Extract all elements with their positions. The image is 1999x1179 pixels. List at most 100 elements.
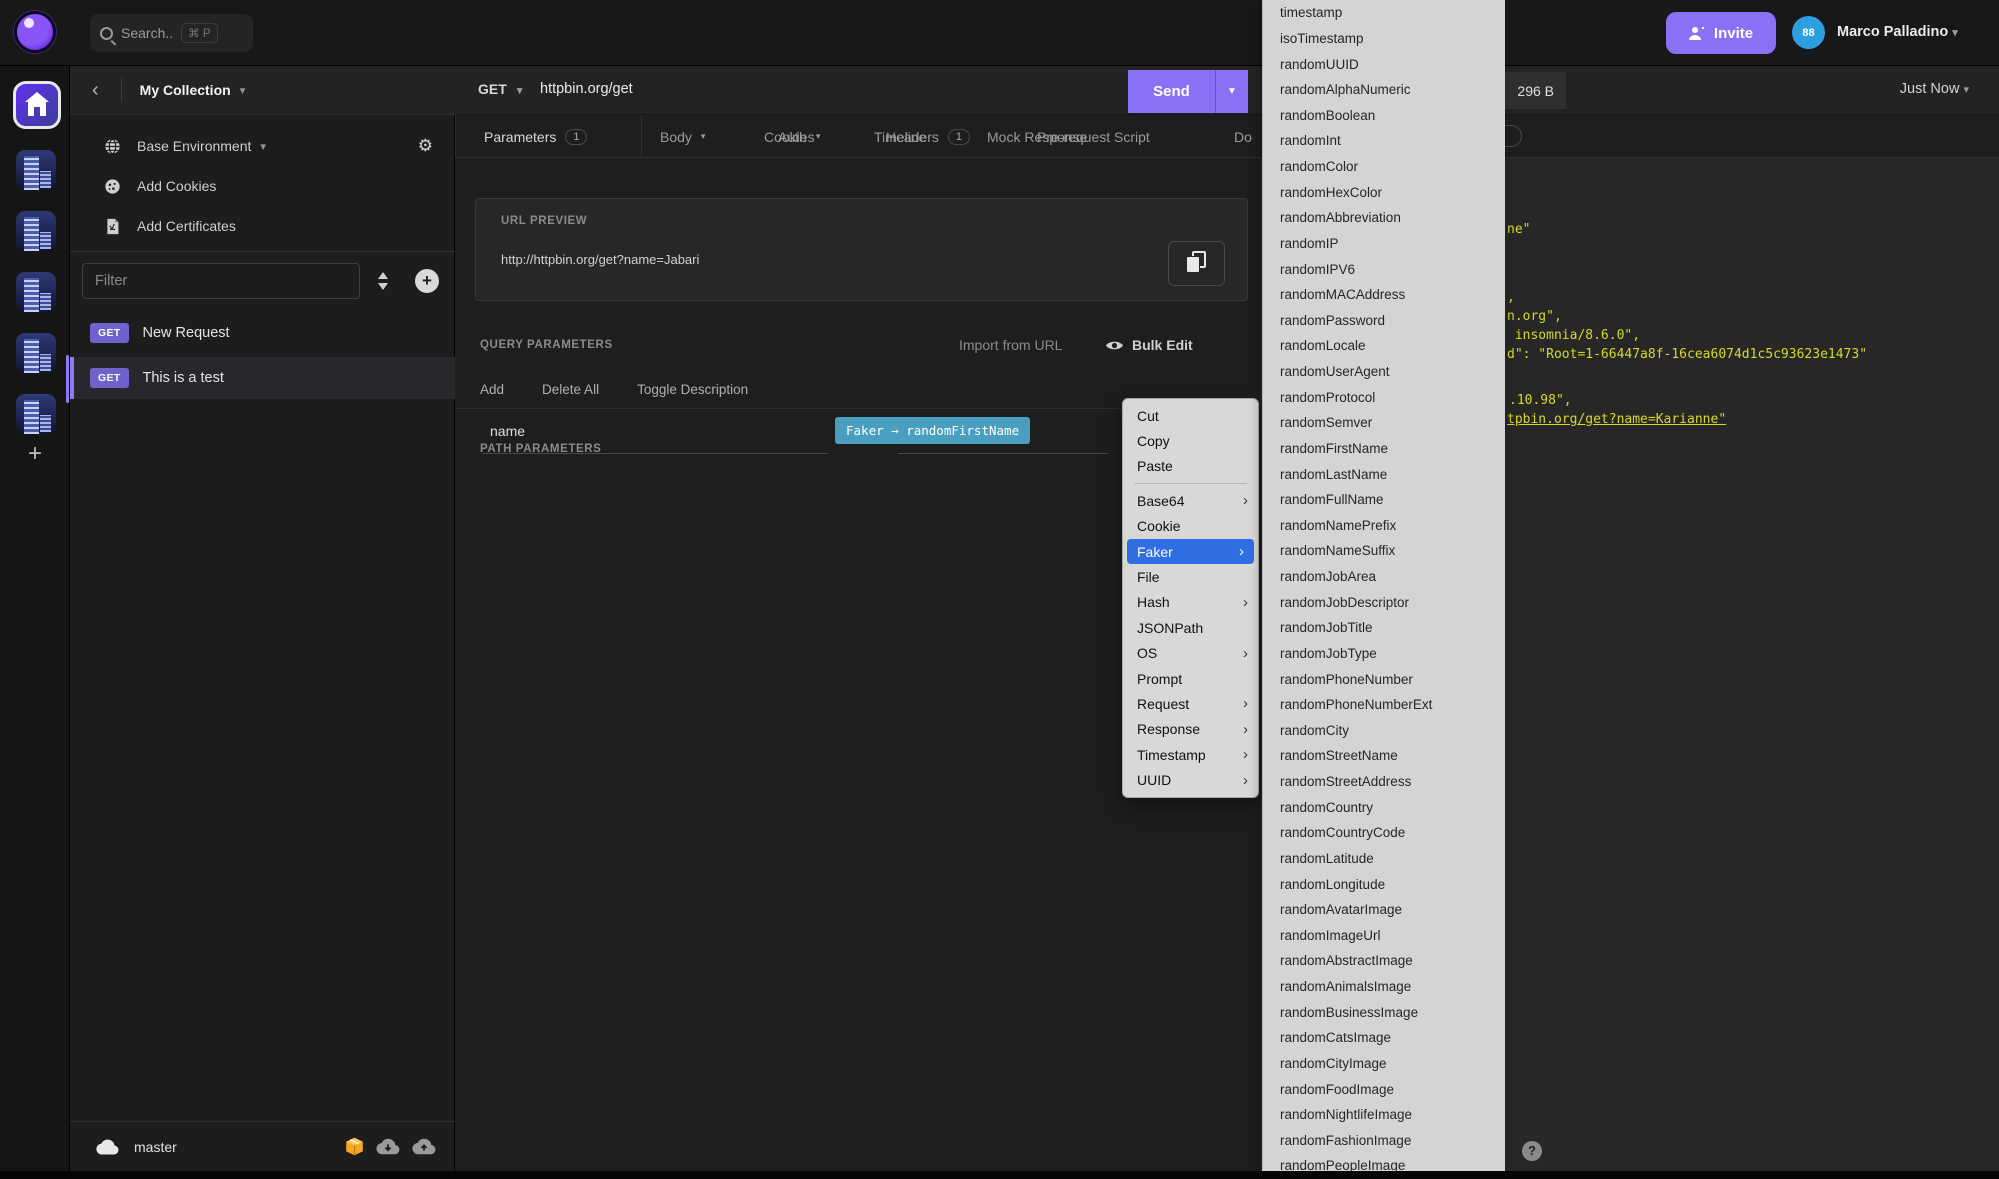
response-url-link[interactable]: tpbin.org/get?name=Karianne" — [1507, 412, 1726, 427]
home-button[interactable] — [13, 81, 61, 129]
toolbar-add-button[interactable]: Add — [480, 382, 504, 397]
faker-item-randomfirstname[interactable]: randomFirstName — [1263, 436, 1505, 462]
faker-item-randomlastname[interactable]: randomLastName — [1263, 461, 1505, 487]
menu-item-hash[interactable]: Hash› — [1123, 590, 1258, 615]
faker-item-randomint[interactable]: randomInt — [1263, 128, 1505, 154]
project-icon[interactable] — [16, 150, 56, 190]
faker-item-randomstreetaddress[interactable]: randomStreetAddress — [1263, 769, 1505, 795]
request-row[interactable]: GETNew Request — [70, 312, 455, 354]
faker-item-randomlatitude[interactable]: randomLatitude — [1263, 846, 1505, 872]
send-options-caret[interactable]: ▼ — [1215, 70, 1248, 113]
tab-body[interactable]: Body▾ — [656, 115, 709, 158]
import-from-url-button[interactable]: Import from URL — [959, 337, 1062, 353]
faker-item-randomnamesuffix[interactable]: randomNameSuffix — [1263, 538, 1505, 564]
faker-item-isotimestamp[interactable]: isoTimestamp — [1263, 26, 1505, 52]
menu-item-response[interactable]: Response› — [1123, 717, 1258, 742]
faker-item-randomcity[interactable]: randomCity — [1263, 718, 1505, 744]
tab-do[interactable]: Do — [1230, 115, 1256, 158]
user-menu[interactable]: Marco Palladino ▾ — [1837, 24, 1958, 40]
faker-item-randomabbreviation[interactable]: randomAbbreviation — [1263, 205, 1505, 231]
global-search-input[interactable]: Search.. ⌘ P — [90, 14, 253, 52]
project-icon[interactable] — [16, 333, 56, 373]
faker-item-randomanimalsimage[interactable]: randomAnimalsImage — [1263, 974, 1505, 1000]
faker-item-timestamp[interactable]: timestamp — [1263, 0, 1505, 26]
menu-item-faker[interactable]: Faker› — [1127, 539, 1254, 564]
add-organization-button[interactable]: + — [0, 434, 70, 474]
menu-item-prompt[interactable]: Prompt — [1123, 666, 1258, 691]
faker-item-randomlocale[interactable]: randomLocale — [1263, 333, 1505, 359]
request-url[interactable]: httpbin.org/get — [540, 81, 633, 97]
faker-template-tag[interactable]: Faker → randomFirstName — [835, 417, 1030, 444]
insomnia-logo-icon[interactable] — [14, 11, 56, 53]
faker-item-randomphonenumber[interactable]: randomPhoneNumber — [1263, 666, 1505, 692]
method-dropdown[interactable]: GET ▾ — [478, 81, 522, 97]
toolbar-delete-all-button[interactable]: Delete All — [542, 382, 599, 397]
faker-item-randomip[interactable]: randomIP — [1263, 231, 1505, 257]
menu-item-timestamp[interactable]: Timestamp› — [1123, 742, 1258, 767]
menu-item-paste[interactable]: Paste — [1123, 454, 1258, 479]
faker-item-randomjobtitle[interactable]: randomJobTitle — [1263, 615, 1505, 641]
faker-item-randomhexcolor[interactable]: randomHexColor — [1263, 179, 1505, 205]
parameter-name-input[interactable]: name — [490, 423, 525, 439]
bulk-edit-toggle[interactable]: Bulk Edit — [1105, 337, 1193, 353]
faker-item-randomipv6[interactable]: randomIPV6 — [1263, 256, 1505, 282]
faker-item-randomnightlifeimage[interactable]: randomNightlifeImage — [1263, 1102, 1505, 1128]
send-button[interactable]: Send ▼ — [1128, 70, 1248, 113]
faker-item-randomlongitude[interactable]: randomLongitude — [1263, 871, 1505, 897]
menu-item-uuid[interactable]: UUID› — [1123, 767, 1258, 792]
faker-item-randomfullname[interactable]: randomFullName — [1263, 487, 1505, 513]
menu-item-base64[interactable]: Base64› — [1123, 488, 1258, 513]
faker-item-randomabstractimage[interactable]: randomAbstractImage — [1263, 948, 1505, 974]
project-icon[interactable] — [16, 394, 56, 434]
faker-item-randomjobdescriptor[interactable]: randomJobDescriptor — [1263, 589, 1505, 615]
branch-name[interactable]: master — [134, 1139, 177, 1155]
sort-icon[interactable] — [375, 271, 391, 291]
copy-url-button[interactable] — [1168, 241, 1225, 286]
cloud-pull-icon[interactable] — [375, 1138, 401, 1155]
package-icon[interactable] — [344, 1136, 365, 1157]
faker-item-randombusinessimage[interactable]: randomBusinessImage — [1263, 999, 1505, 1025]
project-icon[interactable] — [16, 211, 56, 251]
back-button[interactable]: ‹ — [92, 79, 99, 102]
faker-item-randompassword[interactable]: randomPassword — [1263, 308, 1505, 334]
project-icon[interactable] — [16, 272, 56, 312]
menu-item-cut[interactable]: Cut — [1123, 403, 1258, 428]
environment-settings-gear-icon[interactable]: ⚙ — [418, 136, 433, 156]
faker-item-randomstreetname[interactable]: randomStreetName — [1263, 743, 1505, 769]
faker-item-randomimageurl[interactable]: randomImageUrl — [1263, 923, 1505, 949]
faker-item-randomuseragent[interactable]: randomUserAgent — [1263, 359, 1505, 385]
response-history-dropdown[interactable]: Just Now ▾ — [1900, 81, 1969, 97]
faker-item-randomfoodimage[interactable]: randomFoodImage — [1263, 1076, 1505, 1102]
request-row[interactable]: GETThis is a test — [70, 357, 455, 399]
faker-item-randomphonenumberext[interactable]: randomPhoneNumberExt — [1263, 692, 1505, 718]
faker-item-randommacaddress[interactable]: randomMACAddress — [1263, 282, 1505, 308]
faker-item-randomcolor[interactable]: randomColor — [1263, 154, 1505, 180]
chevron-down-icon[interactable]: ▾ — [240, 84, 246, 97]
filter-input[interactable] — [82, 263, 360, 299]
toolbar-toggle-description-button[interactable]: Toggle Description — [637, 382, 748, 397]
menu-item-cookie[interactable]: Cookie — [1123, 514, 1258, 539]
faker-item-randomboolean[interactable]: randomBoolean — [1263, 103, 1505, 129]
faker-item-randomalphanumeric[interactable]: randomAlphaNumeric — [1263, 77, 1505, 103]
tab-parameters[interactable]: Parameters1 — [480, 115, 591, 158]
collection-title[interactable]: My Collection — [140, 82, 231, 98]
menu-item-jsonpath[interactable]: JSONPath — [1123, 615, 1258, 640]
menu-item-os[interactable]: OS› — [1123, 641, 1258, 666]
base-environment-row[interactable]: Base Environment ▾ ⚙ — [70, 126, 455, 166]
faker-item-randomjobarea[interactable]: randomJobArea — [1263, 564, 1505, 590]
faker-item-randomcountry[interactable]: randomCountry — [1263, 794, 1505, 820]
faker-item-randomfashionimage[interactable]: randomFashionImage — [1263, 1128, 1505, 1154]
faker-item-randomcatsimage[interactable]: randomCatsImage — [1263, 1025, 1505, 1051]
avatar[interactable]: 88 — [1792, 16, 1825, 49]
menu-item-copy[interactable]: Copy — [1123, 428, 1258, 453]
faker-item-randomsemver[interactable]: randomSemver — [1263, 410, 1505, 436]
add-cookies-row[interactable]: Add Cookies — [70, 166, 455, 206]
rail-scroll-indicator[interactable] — [66, 355, 69, 403]
faker-item-randomnameprefix[interactable]: randomNamePrefix — [1263, 513, 1505, 539]
tab-mock-response[interactable]: Mock Response — [983, 115, 1091, 158]
faker-item-randomuuid[interactable]: randomUUID — [1263, 51, 1505, 77]
faker-item-randomprotocol[interactable]: randomProtocol — [1263, 384, 1505, 410]
cloud-push-icon[interactable] — [411, 1138, 437, 1155]
faker-item-randomavatarimage[interactable]: randomAvatarImage — [1263, 897, 1505, 923]
help-button[interactable]: ? — [1522, 1141, 1542, 1161]
